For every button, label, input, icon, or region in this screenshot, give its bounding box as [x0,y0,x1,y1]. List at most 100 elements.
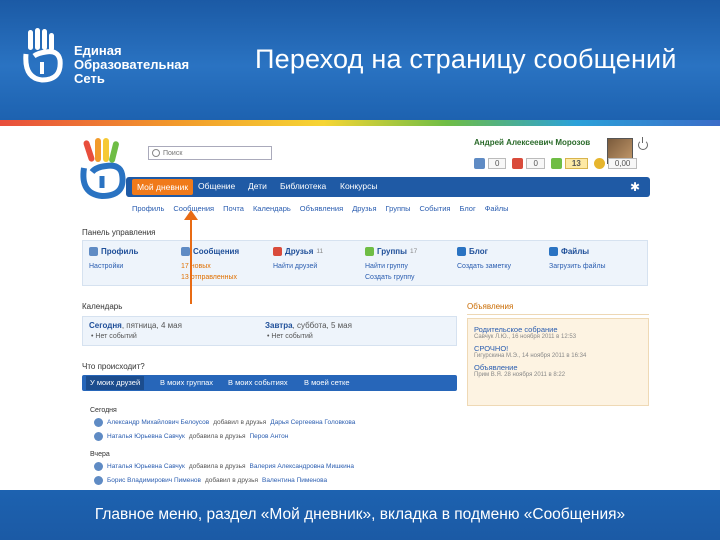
panel-settings-link[interactable]: Настройки [89,261,138,272]
user-name-link[interactable]: Андрей Алексеевич Морозов [474,138,590,147]
feed-target-link[interactable]: Валентина Пименова [262,477,327,484]
sub-nav-friends[interactable]: Друзья [352,204,376,213]
logo-line-2: Образовательная [74,57,190,72]
panel-files-title: Файлы [561,247,590,256]
announcements-list: Родительское собрание Савчук Л.Ю., 16 но… [467,318,649,406]
calendar-today-date: , пятница, 4 мая [121,321,182,330]
logo-line-3: Сеть [74,71,105,86]
panel-find-group-link[interactable]: Найти группу [365,261,417,272]
calendar-tomorrow-event: • Нет событий [267,333,313,340]
tab-my-groups[interactable]: В моих группах [160,378,213,387]
panel-create-note-link[interactable]: Создать заметку [457,261,511,272]
tab-my-friends[interactable]: У моих друзей [86,376,145,390]
panel-upload-files-link[interactable]: Загрузить файлы [549,261,606,272]
slide: Единая Образовательная Сеть Переход на с… [0,0,720,540]
announcement-title[interactable]: СРОЧНО! [474,344,642,353]
panel-create-group-link[interactable]: Создать группу [365,272,417,283]
activity-feed: Сегодня Александр Михайлович Белоусов до… [82,397,457,492]
counters-bar: 0 0 13 0,00 [474,158,638,169]
announcement-meta: Гигурскина М.Э., 14 ноября 2011 в 16:34 [474,353,587,359]
panel-groups-count: 17 [409,248,418,255]
panel-groups-head[interactable]: Группы 17 [365,247,417,256]
slide-title: Переход на страницу сообщений [255,44,677,74]
panel-friends-title: Друзья [285,247,314,256]
calendar-tomorrow-label: Завтра [265,321,293,330]
search-input[interactable] [163,148,263,158]
rainbow-divider [0,120,720,126]
announcement-title[interactable]: Объявление [474,363,642,372]
counter-coins-value: 0,00 [607,158,638,169]
announcements-block: Объявления Родительское собрание Савчук … [467,302,649,406]
main-nav-contests[interactable]: Конкурсы [340,181,377,191]
sub-nav-files[interactable]: Файлы [485,204,509,213]
calendar-panel: Сегодня, пятница, 4 мая • Нет событий За… [82,316,457,346]
main-nav-children[interactable]: Дети [248,181,267,191]
counter-groups[interactable]: 13 [550,158,588,169]
panel-find-friends-link[interactable]: Найти друзей [273,261,323,272]
panel-groups: Группы 17 Найти группу Создать группу [365,247,417,283]
announcement-item: Объявление Прим В.Я. 28 ноября 2011 в 8:… [474,363,642,378]
counter-coins[interactable]: 0,00 [593,158,638,169]
feed-target-link[interactable]: Перов Антон [250,433,289,440]
friends-icon [512,158,524,169]
sub-nav-mail[interactable]: Почта [223,204,244,213]
counter-friends[interactable]: 0 [512,158,545,169]
panel-friends: Друзья 11 Найти друзей [273,247,323,272]
search-box[interactable] [148,146,272,160]
feed-user-link[interactable]: Наталья Юрьевна Савчук [107,463,185,470]
feed-user-link[interactable]: Александр Михайлович Белоусов [107,419,209,426]
announcement-item: СРОЧНО! Гигурскина М.Э., 14 ноября 2011 … [474,344,642,359]
announcement-item: Родительское собрание Савчук Л.Ю., 16 но… [474,325,642,340]
main-nav-communication[interactable]: Общение [198,181,235,191]
friends-icon [273,247,282,256]
whats-happening-title: Что происходит? [82,362,145,371]
logout-power-icon[interactable] [638,137,648,150]
feed-target-link[interactable]: Дарья Сергеевна Головкова [270,419,355,426]
main-nav-library[interactable]: Библиотека [280,181,326,191]
tab-my-grid[interactable]: В моей сетке [304,378,350,387]
feed-action-text: добавила в друзья [188,433,246,440]
person-icon [94,418,103,427]
calendar-tomorrow-date: , суббота, 5 мая [292,321,352,330]
slide-caption-bar: Главное меню, раздел «Мой дневник», вкла… [0,490,720,540]
counter-messages-value: 0 [488,158,507,169]
panel-groups-title: Группы [377,247,407,256]
feed-target-link[interactable]: Валерия Александровна Мишкина [250,463,354,470]
hand-logo-icon [23,28,63,83]
calendar-today[interactable]: Сегодня, пятница, 4 мая [89,321,182,330]
panel-profile-title: Профиль [101,247,139,256]
control-panel: Профиль Настройки Сообщения 17 новых 13 … [82,240,648,286]
slide-header: Единая Образовательная Сеть Переход на с… [0,0,720,120]
panel-friends-head[interactable]: Друзья 11 [273,247,323,256]
sub-nav-blog[interactable]: Блог [459,204,475,213]
main-nav-my-diary[interactable]: Мой дневник [132,179,194,195]
gear-icon[interactable]: ✱ [630,180,640,194]
panel-files-head[interactable]: Файлы [549,247,606,256]
announcement-title[interactable]: Родительское собрание [474,325,642,334]
calendar-tomorrow[interactable]: Завтра, суббота, 5 мая [265,321,352,330]
slide-caption: Главное меню, раздел «Мой дневник», вкла… [94,506,626,523]
feed-action-text: добавила в друзья [188,463,246,470]
feed-group-yesterday: Вчера [90,451,110,458]
person-icon [94,476,103,485]
tab-my-events[interactable]: В моих событиях [228,378,288,387]
panel-messages-title: Сообщения [193,247,240,256]
messages-icon [474,158,485,169]
counter-messages[interactable]: 0 [474,158,507,169]
control-panel-title: Панель управления [82,228,156,237]
feed-action-text: добавил в друзья [213,419,267,426]
feed-user-link[interactable]: Борис Владимирович Пименов [107,477,201,484]
sub-nav-profile[interactable]: Профиль [132,204,164,213]
groups-icon [550,158,562,169]
feed-user-link[interactable]: Наталья Юрьевна Савчук [107,433,185,440]
sub-nav-groups[interactable]: Группы [386,204,411,213]
sub-nav-calendar[interactable]: Календарь [253,204,291,213]
panel-blog-head[interactable]: Блог [457,247,511,256]
feed-row: Александр Михайлович Белоусов добавил в … [94,418,457,427]
announcement-meta: Савчук Л.Ю., 16 ноября 2011 в 12:53 [474,334,577,340]
sub-nav-events[interactable]: События [420,204,451,213]
panel-profile-head[interactable]: Профиль [89,247,138,256]
blog-icon [457,247,466,256]
sub-nav-announcements[interactable]: Объявления [300,204,343,213]
feed-action-text: добавил в друзья [205,477,259,484]
